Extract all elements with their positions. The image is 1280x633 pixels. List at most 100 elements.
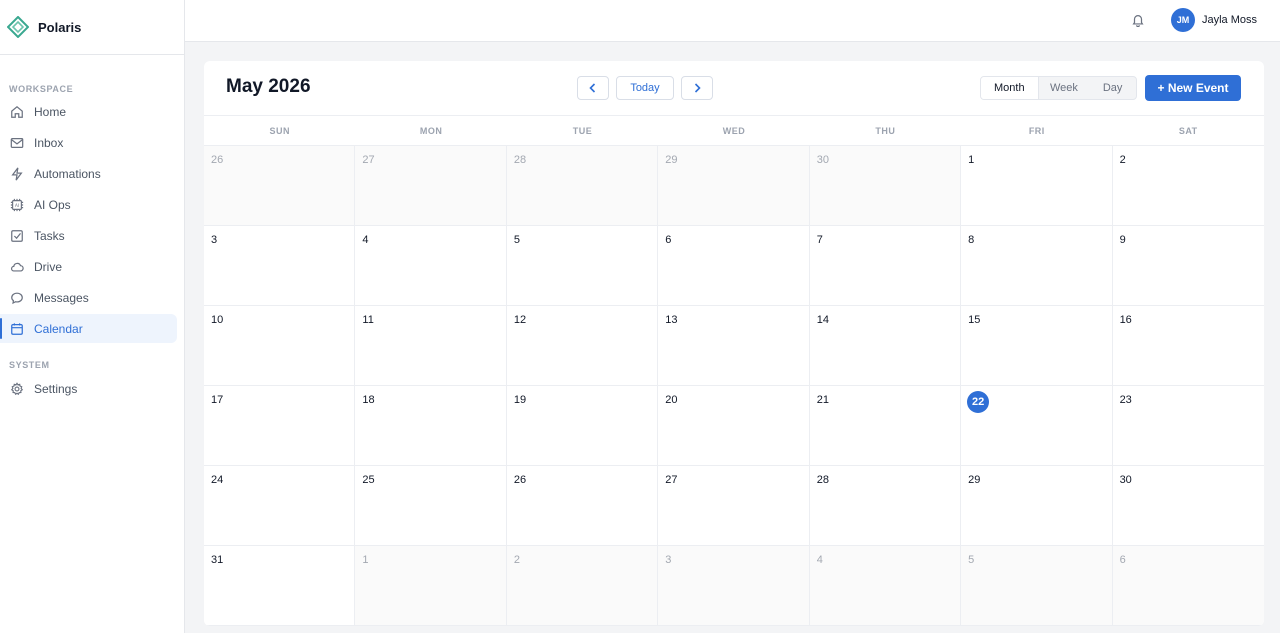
view-month-button[interactable]: Month	[981, 77, 1039, 99]
section-label-system: SYSTEM	[9, 360, 50, 370]
day-cell[interactable]: 3	[658, 546, 810, 626]
day-cell[interactable]: 23	[1112, 386, 1264, 466]
svg-text:AI: AI	[15, 203, 19, 209]
day-cell[interactable]: 11	[355, 306, 507, 386]
day-cell[interactable]: 2	[1112, 146, 1264, 226]
weekday-header: SUN MON TUE WED THU FRI SAT	[204, 116, 1264, 146]
sidebar-item-calendar[interactable]: Calendar	[0, 314, 177, 343]
day-number: 3	[211, 234, 218, 246]
day-cell[interactable]: 13	[658, 306, 810, 386]
day-cell[interactable]: 5	[961, 546, 1113, 626]
day-number: 14	[816, 314, 829, 326]
day-cell[interactable]: 29	[658, 146, 810, 226]
sidebar-item-drive[interactable]: Drive	[0, 252, 177, 281]
day-number: 16	[1119, 314, 1132, 326]
day-cell[interactable]: 20	[658, 386, 810, 466]
sidebar-item-inbox[interactable]: Inbox	[0, 128, 177, 157]
brand[interactable]: Polaris	[0, 0, 184, 55]
view-day-button[interactable]: Day	[1089, 77, 1136, 99]
day-cell[interactable]: 25	[355, 466, 507, 546]
day-number: 29	[665, 154, 678, 166]
sidebar-item-label: Settings	[34, 381, 78, 396]
day-cell[interactable]: 19	[506, 386, 659, 466]
sidebar-item-ai-ops[interactable]: AI AI Ops	[0, 190, 177, 219]
weekday-label: SAT	[1178, 126, 1198, 136]
view-week-button[interactable]: Week	[1039, 77, 1090, 99]
user-menu[interactable]: JM Jayla Moss	[1171, 8, 1257, 32]
day-number: 8	[968, 234, 975, 246]
sidebar-item-messages[interactable]: Messages	[0, 283, 177, 312]
next-month-button[interactable]	[681, 76, 713, 100]
day-cell[interactable]: 6	[1112, 546, 1264, 626]
day-number: 28	[513, 154, 527, 166]
prev-month-button[interactable]	[577, 76, 609, 100]
day-number: 1	[968, 154, 975, 166]
weekday-label: FRI	[1028, 126, 1045, 136]
day-number: 30	[1119, 474, 1132, 486]
day-cell[interactable]: 27	[355, 146, 507, 226]
day-cell[interactable]: 2	[506, 546, 659, 626]
day-cell[interactable]: 28	[809, 466, 962, 546]
day-number: 25	[362, 474, 375, 486]
day-cell[interactable]: 10	[204, 306, 356, 386]
today-button[interactable]: Today	[616, 76, 674, 100]
day-cell[interactable]: 26	[506, 466, 659, 546]
day-cell[interactable]: 29	[961, 466, 1113, 546]
sidebar-item-label: Tasks	[34, 228, 65, 243]
day-number: 26	[513, 474, 527, 486]
home-icon	[9, 104, 25, 120]
day-cell[interactable]: 24	[204, 466, 356, 546]
day-cell[interactable]: 8	[961, 226, 1113, 306]
day-cell[interactable]: 7	[809, 226, 962, 306]
day-number: 30	[816, 154, 829, 166]
workspace-nav: Home Inbox Automations AI AI Ops Tasks D…	[0, 97, 184, 343]
day-cell-today[interactable]: 22	[961, 386, 1113, 466]
day-cell[interactable]: 1	[355, 546, 507, 626]
day-cell[interactable]: 30	[1112, 466, 1264, 546]
day-cell[interactable]: 4	[355, 226, 507, 306]
sidebar-item-automations[interactable]: Automations	[0, 159, 177, 188]
sidebar-item-tasks[interactable]: Tasks	[0, 221, 177, 250]
polaris-logo-icon	[7, 16, 29, 38]
day-cell[interactable]: 30	[809, 146, 962, 226]
day-number: 13	[665, 314, 678, 326]
day-number: 19	[513, 394, 527, 406]
day-cell[interactable]: 12	[506, 306, 659, 386]
day-number: 24	[211, 474, 224, 486]
day-cell[interactable]: 31	[204, 546, 356, 626]
day-cell[interactable]: 3	[204, 226, 356, 306]
weekday-label: SUN	[269, 126, 290, 136]
day-cell[interactable]: 4	[809, 546, 962, 626]
weekday-label: MON	[419, 126, 443, 136]
sidebar: Polaris WORKSPACE Home Inbox Automations…	[0, 0, 185, 633]
day-cell[interactable]: 18	[355, 386, 507, 466]
sidebar-item-label: Inbox	[34, 135, 64, 150]
day-cell[interactable]: 15	[961, 306, 1113, 386]
new-event-button[interactable]: + New Event	[1145, 75, 1241, 101]
day-number: 12	[513, 314, 527, 326]
day-cell[interactable]: 26	[204, 146, 356, 226]
day-number: 21	[816, 394, 829, 406]
day-cell[interactable]: 21	[809, 386, 962, 466]
day-number: 27	[665, 474, 678, 486]
day-cell[interactable]: 5	[506, 226, 659, 306]
day-number: 5	[513, 234, 520, 246]
day-number: 5	[968, 554, 975, 566]
chevron-right-icon	[691, 82, 703, 94]
sidebar-item-label: Home	[34, 104, 67, 119]
day-cell[interactable]: 9	[1112, 226, 1264, 306]
day-cell[interactable]: 16	[1112, 306, 1264, 386]
bell-icon[interactable]	[1131, 13, 1145, 27]
day-cell[interactable]: 28	[506, 146, 659, 226]
day-number: 2	[1119, 154, 1126, 166]
day-cell[interactable]: 6	[658, 226, 810, 306]
sidebar-item-home[interactable]: Home	[0, 97, 177, 126]
page-title: May 2026	[226, 76, 311, 97]
day-cell[interactable]: 14	[809, 306, 962, 386]
sidebar-item-settings[interactable]: Settings	[0, 374, 177, 403]
day-cell[interactable]: 27	[658, 466, 810, 546]
day-cell[interactable]: 1	[961, 146, 1113, 226]
system-nav: Settings	[0, 374, 184, 403]
day-cell[interactable]: 17	[204, 386, 356, 466]
month-grid: 26 27 28 29 30 1 2 3 4 5 6 7 8 9 10 11 12 13 14 15 16 17 18 19 2…	[204, 146, 1264, 626]
